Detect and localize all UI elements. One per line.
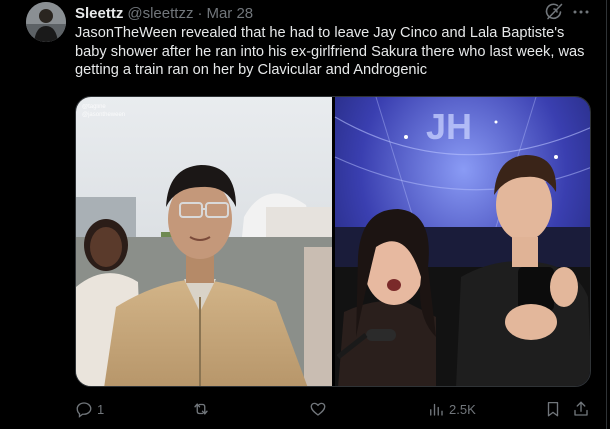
avatar[interactable] (26, 2, 66, 42)
retweet-button[interactable] (192, 398, 214, 420)
watermark-line-2: @jasontheween (82, 112, 126, 118)
separator-dot: · (197, 4, 203, 22)
watermark-line-1: @tagline (82, 104, 106, 110)
reply-icon (76, 402, 92, 418)
reply-button[interactable]: 1 (75, 398, 104, 420)
video-watermark: @tagline @jasontheween (82, 103, 125, 119)
tweet-text: JasonTheWeen revealed that he had to lea… (75, 25, 585, 78)
action-bar: 1 2.5K (75, 398, 595, 420)
views-count: 2.5K (449, 401, 476, 417)
more-icon[interactable] (570, 1, 592, 23)
views-icon (430, 403, 443, 416)
grok-icon[interactable] (543, 1, 565, 23)
share-icon (574, 401, 588, 416)
bookmark-button[interactable] (544, 398, 562, 420)
retweet-icon (194, 403, 208, 415)
tweet-container: Sleettz @sleettzz · Mar 28 JasonTheWeen … (0, 0, 607, 429)
tweet-media[interactable]: JH @tagline @jasontheween (75, 96, 591, 387)
tweet-header: Sleettz @sleettzz · Mar 28 (75, 3, 253, 23)
right-video-frame: JH (334, 97, 590, 386)
reply-count: 1 (97, 401, 105, 417)
display-name[interactable]: Sleettz (75, 5, 123, 22)
like-button[interactable] (309, 398, 331, 420)
left-video-frame (76, 97, 332, 386)
like-icon (310, 402, 326, 416)
share-button[interactable] (572, 398, 590, 420)
tweet-date[interactable]: Mar 28 (206, 5, 253, 22)
views-button[interactable]: 2.5K (427, 398, 476, 420)
user-handle[interactable]: @sleettzz (127, 5, 193, 22)
bookmark-icon (547, 401, 559, 417)
stage-sign: JH (426, 106, 472, 147)
